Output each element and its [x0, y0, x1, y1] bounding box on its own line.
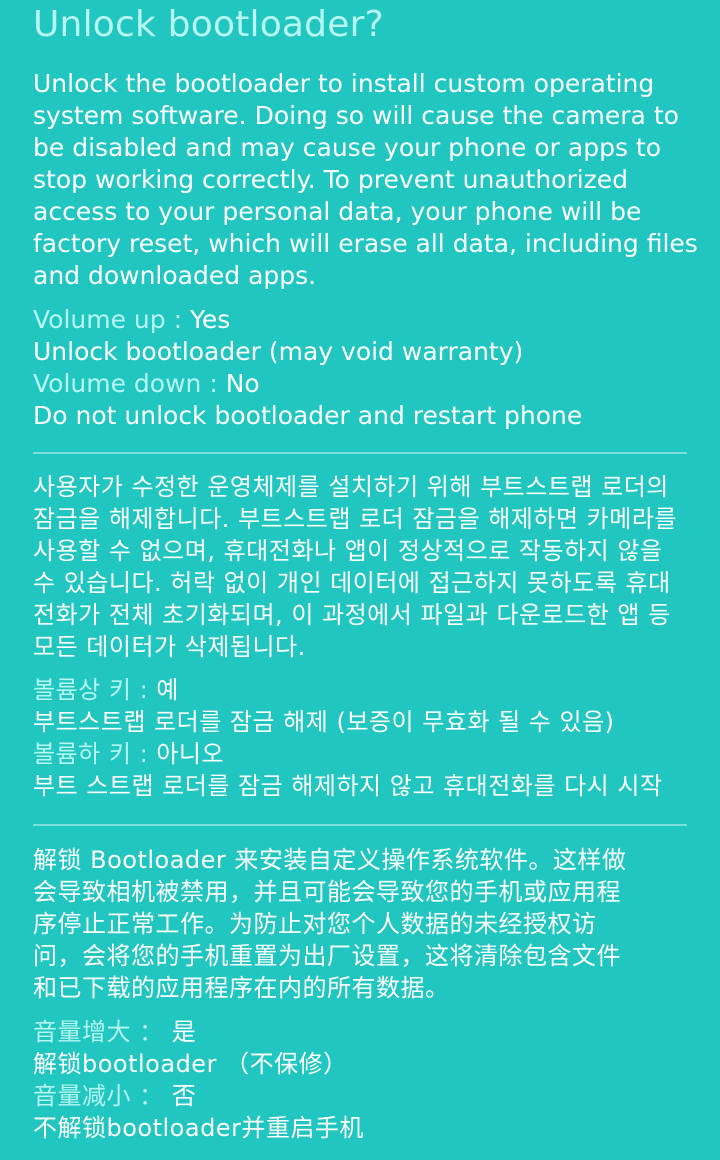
- page-title: Unlock bootloader?: [33, 4, 384, 45]
- volume-down-value: No: [225, 369, 260, 398]
- english-line: be disabled and may cause your phone or …: [33, 133, 662, 162]
- volume-up-key-label: 볼륨상 키 :: [33, 676, 157, 704]
- volume-down-value: 아니오: [156, 740, 225, 768]
- chinese-line: 会导致相机被禁用，并且可能会导致您的手机或应用程: [33, 878, 621, 906]
- chinese-line: 和已下载的应用程序在内的所有数据。: [33, 974, 450, 1002]
- english-line: stop working correctly. To prevent unaut…: [33, 165, 629, 194]
- section-divider: [33, 824, 687, 826]
- volume-down-key-label: 音量减小 ：: [33, 1082, 172, 1110]
- volume-up-value: Yes: [189, 305, 231, 334]
- english-line: and downloaded apps.: [33, 261, 317, 290]
- section-divider: [33, 452, 687, 454]
- volume-up-value: 예: [156, 676, 179, 704]
- korean-line: 사용할 수 없으며, 휴대전화나 앱이 정상적으로 작동하지 않을: [33, 537, 663, 565]
- english-volume-up-option[interactable]: Volume up : Yes: [33, 304, 230, 336]
- korean-line: 잠금을 해제합니다. 부트스트랩 로더 잠금을 해제하면 카메라를: [33, 505, 677, 533]
- chinese-line: 问，会将您的手机重置为出厂设置，这将清除包含文件: [33, 942, 621, 970]
- korean-volume-up-option[interactable]: 볼륨상 키 : 예: [33, 674, 179, 706]
- korean-description: 사용자가 수정한 운영체제를 설치하기 위해 부트스트랩 로더의 잠금을 해제합…: [33, 471, 705, 663]
- chinese-line: 序停止正常工作。为防止对您个人数据的未经授权访: [33, 910, 597, 938]
- chinese-volume-down-description: 不解锁bootloader并重启手机: [33, 1114, 364, 1142]
- english-volume-down-description: Do not unlock bootloader and restart pho…: [33, 401, 583, 430]
- english-line: system software. Doing so will cause the…: [33, 101, 679, 130]
- english-line: Unlock the bootloader to install custom …: [33, 69, 655, 98]
- chinese-description: 解锁 Bootloader 来安装自定义操作系统软件。这样做 会导致相机被禁用，…: [33, 844, 705, 1004]
- korean-line: 수 있습니다. 허락 없이 개인 데이터에 접근하지 못하도록 휴대: [33, 569, 671, 597]
- english-line: access to your personal data, your phone…: [33, 197, 642, 226]
- chinese-volume-up-option[interactable]: 音量增大 ： 是: [33, 1016, 196, 1048]
- volume-down-value: 否: [171, 1082, 197, 1110]
- korean-line: 모든 데이터가 삭제됩니다.: [33, 633, 306, 661]
- korean-volume-down-option[interactable]: 볼륨하 키 : 아니오: [33, 738, 224, 770]
- english-description: Unlock the bootloader to install custom …: [33, 68, 705, 292]
- korean-volume-down-description: 부트 스트랩 로더를 잠금 해제하지 않고 휴대전화를 다시 시작: [33, 772, 663, 800]
- volume-up-key-label: Volume up :: [33, 305, 190, 334]
- volume-up-key-label: 音量增大 ：: [33, 1018, 172, 1046]
- chinese-line: 解锁 Bootloader 来安装自定义操作系统软件。这样做: [33, 846, 627, 874]
- volume-up-value: 是: [171, 1018, 197, 1046]
- english-line: factory reset, which will erase all data…: [33, 229, 698, 258]
- english-volume-down-option[interactable]: Volume down : No: [33, 368, 260, 400]
- korean-line: 전화가 전체 초기화되며, 이 과정에서 파일과 다운로드한 앱 등: [33, 601, 671, 629]
- bootloader-unlock-screen: Unlock bootloader? Unlock the bootloader…: [0, 0, 720, 1160]
- chinese-volume-down-option[interactable]: 音量减小 ： 否: [33, 1080, 196, 1112]
- english-volume-up-description: Unlock bootloader (may void warranty): [33, 337, 524, 366]
- chinese-volume-up-description: 解锁bootloader （不保修）: [33, 1050, 348, 1078]
- korean-line: 사용자가 수정한 운영체제를 설치하기 위해 부트스트랩 로더의: [33, 473, 669, 501]
- volume-down-key-label: 볼륨하 키 :: [33, 740, 157, 768]
- korean-volume-up-description: 부트스트랩 로더를 잠금 해제 (보증이 무효화 될 수 있음): [33, 708, 615, 736]
- volume-down-key-label: Volume down :: [33, 369, 226, 398]
